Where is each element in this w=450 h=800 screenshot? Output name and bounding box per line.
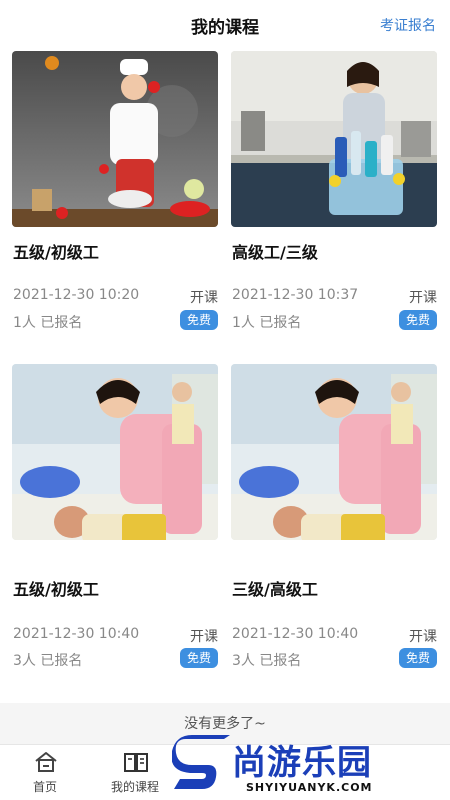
course-name: 三级/高级工 bbox=[232, 580, 318, 599]
book-icon bbox=[124, 753, 148, 772]
tab-my-courses-label: 我的课程 bbox=[110, 780, 159, 794]
course-card[interactable]: 五级/初级工 2021-12-30 10:20 开课 1人 已报名 免费 bbox=[12, 51, 218, 331]
course-card[interactable]: 三级/高级工 2021-12-30 10:40 开课 3人 已报名 免费 bbox=[231, 364, 437, 669]
course-card[interactable]: 五级/初级工 2021-12-30 10:40 开课 3人 已报名 免费 bbox=[12, 364, 218, 669]
course-thumbnail-cleaning bbox=[231, 51, 437, 227]
course-name: 高级工/三级 bbox=[232, 243, 318, 262]
no-more-text: 没有更多了~ bbox=[184, 716, 266, 732]
enrollment-count: 3人 已报名 bbox=[232, 653, 302, 669]
tab-my-courses[interactable]: 我的课程 bbox=[90, 745, 180, 800]
exam-signup-link[interactable]: 考证报名 bbox=[380, 15, 436, 35]
top-bar: 我的课程 考证报名 bbox=[0, 0, 450, 48]
course-thumbnail-babycare bbox=[12, 364, 218, 540]
tab-home[interactable]: 首页 bbox=[0, 745, 90, 800]
course-thumbnail-babycare bbox=[231, 364, 437, 540]
free-badge: 免费 bbox=[399, 648, 437, 668]
course-name: 五级/初级工 bbox=[13, 243, 99, 262]
watermark-url: SHYIYUANYK.COM bbox=[246, 781, 373, 794]
course-time: 2021-12-30 10:37 bbox=[232, 287, 359, 303]
tab-home-label: 首页 bbox=[32, 780, 57, 794]
free-badge: 免费 bbox=[399, 310, 437, 330]
watermark-logo: 尚游乐园 SHYIYUANYK.COM bbox=[172, 733, 450, 800]
home-icon bbox=[35, 752, 57, 772]
course-status: 开课 bbox=[190, 290, 218, 306]
course-list: 五级/初级工 2021-12-30 10:20 开课 1人 已报名 免费 高级工… bbox=[0, 48, 450, 703]
course-name: 五级/初级工 bbox=[13, 580, 99, 599]
course-status: 开课 bbox=[409, 290, 437, 306]
course-time: 2021-12-30 10:40 bbox=[232, 626, 359, 642]
free-badge: 免费 bbox=[180, 648, 218, 668]
enrollment-count: 1人 已报名 bbox=[232, 315, 302, 331]
watermark-text: 尚游乐园 bbox=[232, 743, 372, 783]
free-badge: 免费 bbox=[180, 310, 218, 330]
course-card[interactable]: 高级工/三级 2021-12-30 10:37 开课 1人 已报名 免费 bbox=[231, 51, 437, 331]
course-time: 2021-12-30 10:40 bbox=[13, 626, 140, 642]
course-status: 开课 bbox=[190, 629, 218, 645]
course-thumbnail-chef bbox=[12, 51, 218, 227]
course-status: 开课 bbox=[409, 629, 437, 645]
course-time: 2021-12-30 10:20 bbox=[13, 287, 140, 303]
enrollment-count: 1人 已报名 bbox=[13, 315, 83, 331]
enrollment-count: 3人 已报名 bbox=[13, 653, 83, 669]
watermark-s-icon bbox=[172, 735, 230, 789]
